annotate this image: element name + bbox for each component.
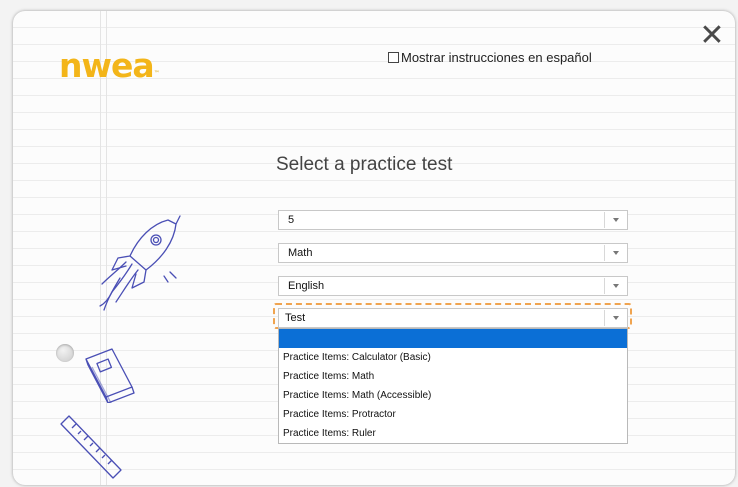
chevron-down-icon <box>604 310 627 326</box>
spanish-checkbox[interactable] <box>388 52 399 63</box>
rocket-doodle <box>99 215 181 311</box>
subject-select[interactable]: Math <box>278 243 628 263</box>
language-select-value: English <box>288 280 325 292</box>
grade-select[interactable]: 5 <box>278 210 628 230</box>
book-doodle <box>85 348 135 403</box>
subject-select-value: Math <box>288 247 313 259</box>
dropdown-option[interactable]: Practice Items: Ruler <box>279 424 627 443</box>
dropdown-option[interactable]: Practice Items: Calculator (Basic) <box>279 348 627 367</box>
dropdown-option[interactable]: Practice Items: Math (Accessible) <box>279 386 627 405</box>
test-dropdown-list[interactable]: Practice Items: Calculator (Basic) Pract… <box>278 328 628 444</box>
nwea-logo: nwea™ <box>59 46 160 85</box>
chevron-down-icon <box>604 278 627 294</box>
dropdown-option[interactable]: Practice Items: Protractor <box>279 405 627 424</box>
dropdown-option-blank[interactable] <box>279 329 627 348</box>
dropdown-option[interactable]: Practice Items: Math <box>279 367 627 386</box>
spanish-label: Mostrar instrucciones en español <box>401 50 592 65</box>
close-icon[interactable]: ✕ <box>699 21 725 51</box>
page-title: Select a practice test <box>276 154 453 175</box>
test-select-value: Test <box>285 312 306 324</box>
grade-select-value: 5 <box>288 214 295 226</box>
binder-hole <box>56 344 74 362</box>
test-select[interactable]: Test <box>278 308 628 328</box>
chevron-down-icon <box>604 245 627 261</box>
spanish-instructions-toggle[interactable]: Mostrar instrucciones en español <box>388 50 592 65</box>
language-select[interactable]: English <box>278 276 628 296</box>
chevron-down-icon <box>604 212 627 228</box>
ruler-doodle <box>60 415 122 479</box>
